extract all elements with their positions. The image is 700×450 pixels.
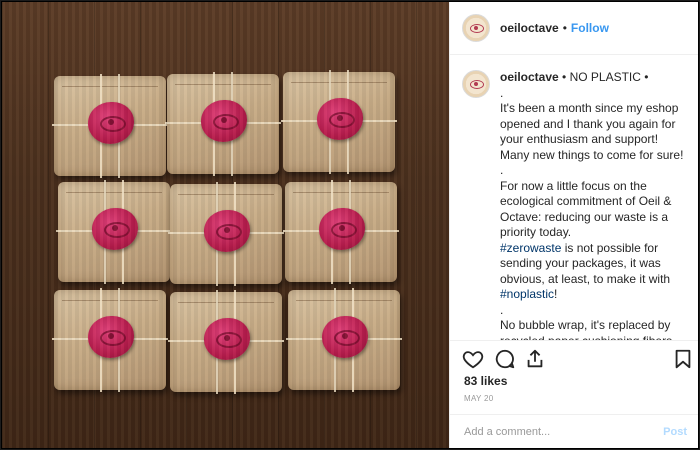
action-bar xyxy=(450,340,698,377)
wax-seal xyxy=(204,318,250,360)
caption-line: ! xyxy=(554,287,558,301)
instagram-post-window: oeiloctave • Follow oeiloctave • NO PLAS… xyxy=(2,2,698,448)
header-username[interactable]: oeiloctave xyxy=(500,21,559,35)
wax-seal xyxy=(319,208,365,250)
avatar[interactable] xyxy=(462,14,490,42)
parcel xyxy=(168,290,284,394)
bookmark-icon[interactable] xyxy=(672,348,694,370)
caption-line: No bubble wrap, it's replaced by recycle… xyxy=(500,318,672,340)
post-photo[interactable] xyxy=(2,2,449,448)
wax-seal xyxy=(88,102,134,144)
follow-button[interactable]: Follow xyxy=(571,21,609,35)
wax-seal xyxy=(204,210,250,252)
parcel xyxy=(168,182,284,286)
post-header: oeiloctave • Follow xyxy=(450,2,698,55)
post-comment-button[interactable]: Post xyxy=(663,426,687,438)
wax-seal xyxy=(322,316,368,358)
wax-seal xyxy=(317,98,363,140)
share-icon[interactable] xyxy=(524,348,546,370)
caption-line: . xyxy=(500,163,504,177)
like-count[interactable]: 83 likes xyxy=(464,374,507,388)
comment-input[interactable] xyxy=(462,424,658,439)
caption-avatar[interactable] xyxy=(462,70,490,98)
wax-seal xyxy=(92,208,138,250)
post-date[interactable]: MAY 20 xyxy=(464,394,494,403)
parcel xyxy=(281,70,397,174)
comment-icon[interactable] xyxy=(494,348,516,370)
post-sidebar: oeiloctave • Follow oeiloctave • NO PLAS… xyxy=(449,2,698,448)
caption-line: . xyxy=(500,302,504,317)
parcel xyxy=(56,180,172,284)
hashtag-link[interactable]: #zerowaste xyxy=(500,241,561,255)
wax-seal xyxy=(201,100,247,142)
parcel xyxy=(52,288,168,392)
caption-username[interactable]: oeiloctave xyxy=(500,70,559,84)
parcel xyxy=(283,180,399,284)
caption-line: It's been a month since my eshop opened … xyxy=(500,101,684,162)
heart-icon[interactable] xyxy=(462,348,484,370)
caption-line: For now a little focus on the ecological… xyxy=(500,178,672,240)
hashtag-link[interactable]: #noplastic xyxy=(500,287,554,301)
caption-title: • NO PLASTIC • xyxy=(562,70,649,84)
caption-line: . xyxy=(500,85,504,100)
comment-box: Post xyxy=(450,414,698,448)
header-separator: • xyxy=(562,21,567,35)
wax-seal xyxy=(88,316,134,358)
parcel xyxy=(165,72,281,176)
parcel xyxy=(52,74,168,178)
parcel xyxy=(286,288,402,392)
caption-text: oeiloctave • NO PLASTIC • . It's been a … xyxy=(500,70,687,340)
caption-area: oeiloctave • NO PLASTIC • . It's been a … xyxy=(450,56,698,340)
